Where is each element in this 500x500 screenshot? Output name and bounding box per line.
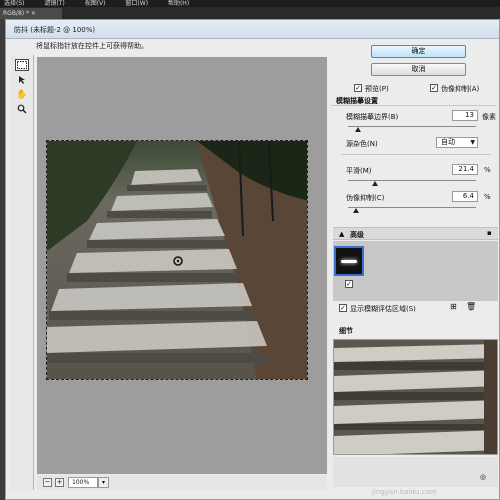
source-noise-select[interactable]: 自动 ▼ <box>436 137 478 148</box>
add-region-icon[interactable]: ⊞ <box>450 302 457 311</box>
source-noise-label: 源杂色(N) <box>346 140 378 148</box>
artifact-slider-track[interactable] <box>348 207 476 208</box>
artifact-suppression-check-label: 伪像抑制(A) <box>441 85 480 93</box>
show-region-label: 显示模糊评估区域(S) <box>350 305 416 313</box>
chevron-down-icon: ▼ <box>470 139 475 146</box>
panel-menu-icon[interactable]: ▪ <box>487 229 492 237</box>
menu-window[interactable]: 窗口(W) <box>125 0 148 7</box>
loupe-locate-icon[interactable]: ◎ <box>480 473 486 481</box>
artifact-suppression-checkbox[interactable]: ✓ <box>430 84 438 92</box>
blur-direction-tool-icon[interactable] <box>15 74 29 86</box>
zoom-level-field[interactable]: 100% <box>68 477 98 488</box>
menu-help[interactable]: 帮助(H) <box>168 0 189 7</box>
collapse-arrow-icon: ▲ <box>339 230 345 238</box>
ok-button[interactable]: 确定 <box>371 45 466 58</box>
bounds-slider-thumb[interactable] <box>355 127 362 132</box>
zoom-dropdown-chevron-icon[interactable]: ▾ <box>98 477 109 488</box>
cancel-button[interactable]: 取消 <box>371 63 466 76</box>
preview-label: 预览(P) <box>365 85 389 93</box>
zoom-icon[interactable] <box>15 103 29 115</box>
menu-filter[interactable]: 滤镜(T) <box>44 0 64 7</box>
artifact-suppression-input[interactable]: 6.4 <box>452 191 478 202</box>
detail-heading: 细节 <box>339 327 353 335</box>
smoothing-unit-label: % <box>484 166 491 174</box>
detail-footer: ◎ <box>333 457 498 487</box>
blur-trace-bounds-input[interactable]: 13 <box>452 110 478 121</box>
divider <box>341 154 491 155</box>
zoom-in-button[interactable]: + <box>55 478 64 487</box>
preview-canvas[interactable] <box>37 57 327 474</box>
dialog-title: 防抖 (未标题-2 @ 100%) <box>14 26 96 34</box>
stone-stairs-photo <box>46 140 308 380</box>
smoothing-label: 平滑(M) <box>346 167 372 175</box>
advanced-section-header[interactable]: ▲ 高级 ▪ <box>333 227 498 240</box>
bounds-unit-label: 像素 <box>482 113 496 121</box>
smoothing-slider-track[interactable] <box>348 180 476 181</box>
smoothing-input[interactable]: 21.4 <box>452 164 478 175</box>
dialog-title-bar[interactable]: 防抖 (未标题-2 @ 100%) <box>6 20 499 39</box>
tools-panel: ✋ <box>10 55 34 490</box>
advanced-heading: 高级 <box>350 231 364 239</box>
menu-select[interactable]: 选择(S) <box>4 0 25 7</box>
blur-estimation-tool-icon[interactable] <box>15 59 29 71</box>
help-hint: 将鼠标指针放在控件上可获得帮助。 <box>36 42 148 50</box>
artifact-unit-label: % <box>484 193 491 201</box>
hand-icon[interactable]: ✋ <box>15 89 29 101</box>
blur-trace-bounds-label: 模糊描摹边界(B) <box>346 113 399 121</box>
watermark: jingyan.baidu.com <box>372 488 437 496</box>
smoothing-slider-thumb[interactable] <box>371 181 378 186</box>
document-tab[interactable]: RGB/8) * × <box>0 8 62 19</box>
shake-reduction-dialog: 防抖 (未标题-2 @ 100%) 将鼠标指针放在控件上可获得帮助。 ✋ − +… <box>5 19 500 500</box>
bounds-slider-track[interactable] <box>348 126 476 127</box>
zoom-bar: − + 100% ▾ <box>37 475 327 490</box>
source-noise-value: 自动 <box>441 138 455 146</box>
kernel-enable-checkbox[interactable]: ✓ <box>345 280 353 288</box>
menu-view[interactable]: 视图(V) <box>85 0 106 7</box>
preview-checkbox[interactable]: ✓ <box>354 84 362 92</box>
trash-icon[interactable]: 🗑 <box>466 302 476 311</box>
app-menu-bar: 选择(S) 滤镜(T) 视图(V) 窗口(W) 帮助(H) <box>0 0 500 7</box>
blur-trace-kernel-thumbnail[interactable] <box>334 246 364 276</box>
divider <box>331 105 496 106</box>
document-tab-bar: RGB/8) * × <box>0 7 500 19</box>
artifact-slider-thumb[interactable] <box>352 208 359 213</box>
kernel-streak <box>341 260 357 263</box>
artifact-suppression-label: 伪像抑制(C) <box>346 194 385 202</box>
zoom-out-button[interactable]: − <box>43 478 52 487</box>
detail-loupe[interactable] <box>333 339 498 455</box>
show-region-checkbox[interactable]: ✓ <box>339 304 347 312</box>
